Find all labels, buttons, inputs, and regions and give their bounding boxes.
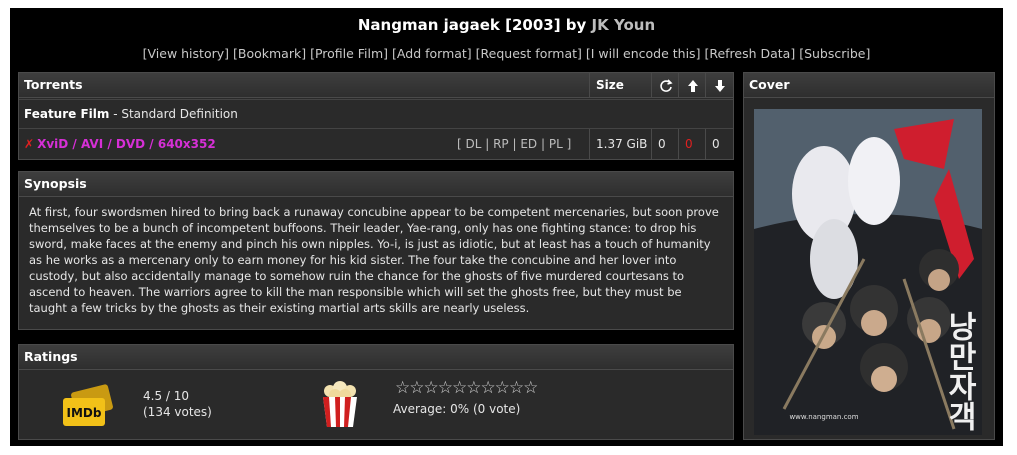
imdb-votes: (134 votes) — [143, 405, 212, 419]
edition-detail: - Standard Definition — [109, 107, 238, 121]
action-links: [View history] [Bookmark] [Profile Film]… — [10, 46, 1003, 61]
torrent-leechers: 0 — [705, 129, 733, 159]
torrent-actions[interactable]: [ DL | RP | ED | PL ] — [457, 129, 571, 159]
imdb-score: 4.5 / 10 (134 votes) — [143, 388, 212, 420]
size-column-header[interactable]: Size — [589, 73, 651, 97]
svg-text:www.nangman.com: www.nangman.com — [789, 413, 858, 421]
edition-type: Feature Film — [24, 107, 110, 121]
synopsis-text: At first, four swordsmen hired to bring … — [29, 205, 719, 315]
arrow-down-icon[interactable] — [705, 73, 734, 97]
bookmark-link[interactable]: [Bookmark] — [233, 46, 306, 61]
encode-link[interactable]: [I will encode this] — [586, 46, 701, 61]
torrent-format-link[interactable]: ✗ XviD / AVI / DVD / 640x352 — [24, 129, 216, 159]
imdb-icon[interactable]: IMDb — [59, 384, 117, 428]
x-mark-icon: ✗ — [24, 137, 35, 151]
request-format-link[interactable]: [Request format] — [476, 46, 582, 61]
svg-text:IMDb: IMDb — [67, 406, 102, 420]
synopsis-header: Synopsis — [19, 172, 733, 197]
cover-panel: Cover 낭만자객 www.nangman.com — [743, 72, 995, 440]
torrent-size: 1.37 GiB — [589, 129, 651, 159]
edition-row: Feature Film - Standard Definition — [19, 99, 733, 127]
cover-header: Cover — [744, 73, 994, 98]
page-frame: Nangman jagaek [2003] by JK Youn [View h… — [10, 8, 1003, 446]
popcorn-icon — [315, 379, 365, 429]
refresh-data-link[interactable]: [Refresh Data] — [704, 46, 795, 61]
author-link[interactable]: JK Youn — [592, 16, 656, 34]
torrent-seeders: 0 — [678, 129, 705, 159]
imdb-rating: 4.5 / 10 — [143, 389, 190, 403]
average-rating: Average: 0% (0 vote) — [393, 402, 521, 416]
view-history-link[interactable]: [View history] — [143, 46, 229, 61]
page-title: Nangman jagaek [2003] by JK Youn — [10, 16, 1003, 34]
torrent-row[interactable]: ✗ XviD / AVI / DVD / 640x352 [ DL | RP | … — [19, 128, 733, 159]
ratings-header: Ratings — [19, 345, 733, 370]
star-rating[interactable]: ☆☆☆☆☆☆☆☆☆☆ — [395, 378, 538, 398]
torrents-title: Torrents — [24, 77, 83, 92]
svg-text:낭만자객: 낭만자객 — [942, 311, 977, 431]
profile-film-link[interactable]: [Profile Film] — [310, 46, 388, 61]
subscribe-link[interactable]: [Subscribe] — [799, 46, 870, 61]
synopsis-panel: Synopsis At first, four swordsmen hired … — [18, 171, 734, 330]
refresh-icon[interactable] — [651, 73, 679, 97]
arrow-up-icon[interactable] — [678, 73, 706, 97]
add-format-link[interactable]: [Add format] — [392, 46, 472, 61]
torrents-panel: Torrents Size Feature Film - Standard De… — [18, 72, 734, 160]
poster-image[interactable]: 낭만자객 www.nangman.com — [754, 109, 982, 435]
ratings-panel: Ratings IMDb 4.5 / 10 (134 votes) ☆☆☆☆☆☆… — [18, 344, 734, 440]
film-title: Nangman jagaek [2003] by — [357, 16, 587, 34]
torrent-snatched: 0 — [651, 129, 678, 159]
